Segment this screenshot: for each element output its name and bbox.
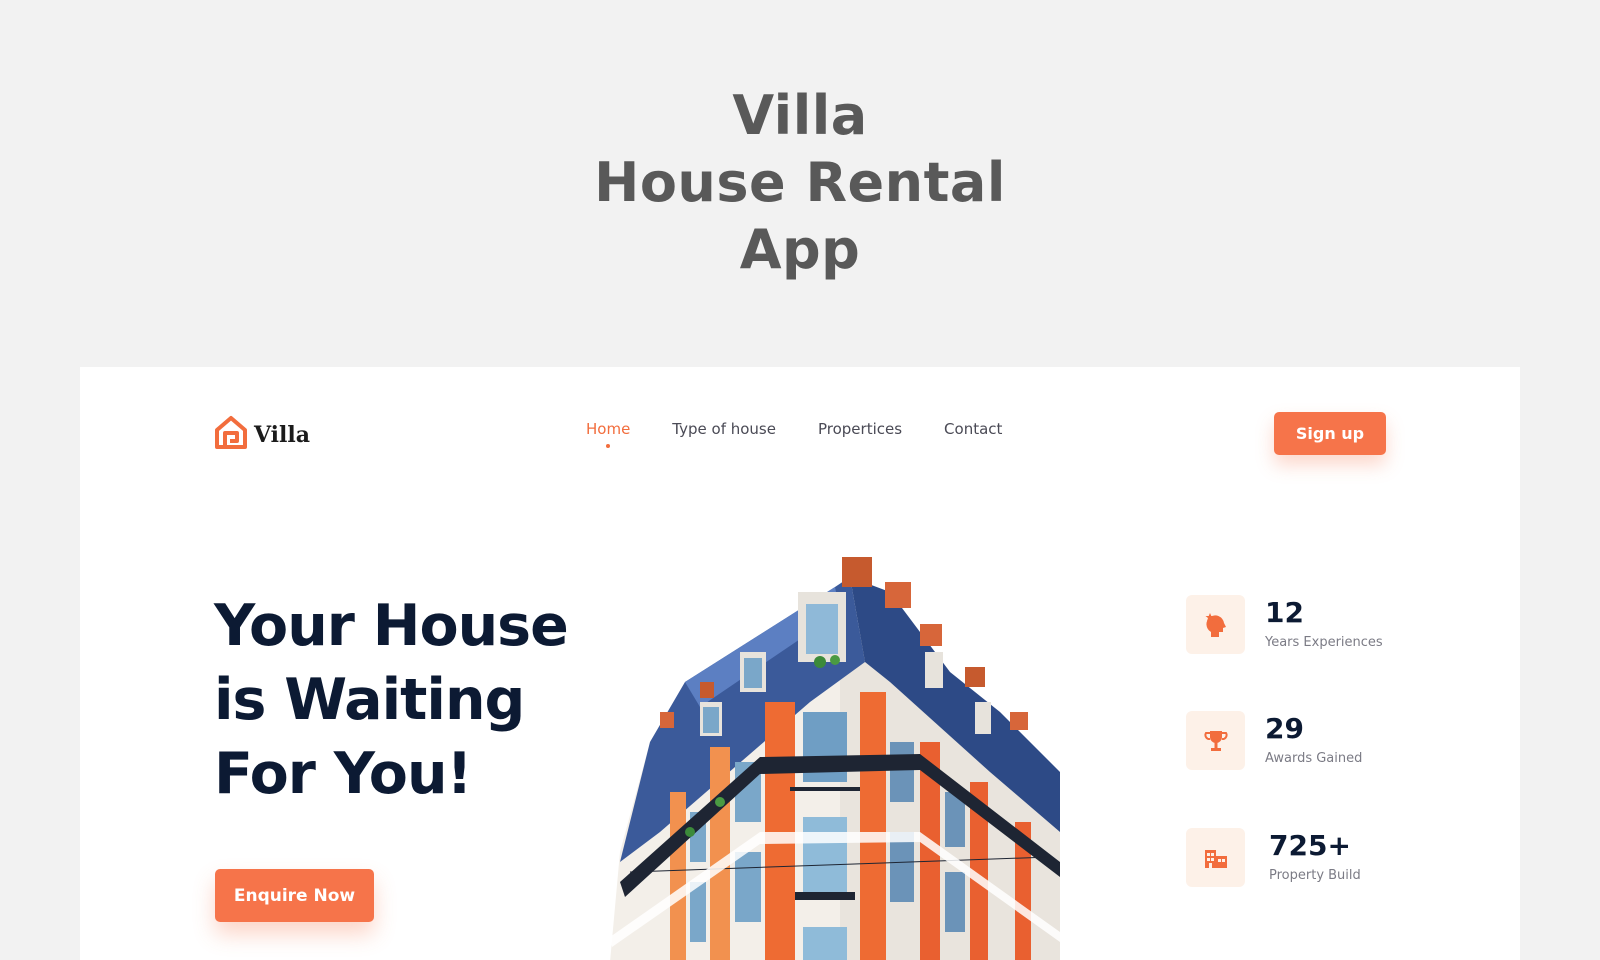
showcase-title-line2: House Rental [594, 151, 1006, 214]
nav-item-contact[interactable]: Contact [944, 420, 1002, 438]
buildings-icon [1204, 849, 1227, 868]
trophy-icon [1203, 730, 1228, 751]
stat-property-build: 725+ Property Build [1186, 828, 1361, 887]
showcase-title: Villa House Rental App [0, 82, 1600, 283]
main-nav: Home Type of house Propertices Contact [586, 420, 1044, 438]
stat-years-experience: 12 Years Experiences [1186, 595, 1383, 654]
stat-value: 12 [1265, 596, 1304, 629]
building-image [610, 557, 1060, 960]
stat-icon-box [1186, 828, 1245, 887]
stat-awards-gained: 29 Awards Gained [1186, 711, 1362, 770]
app-canvas: Villa Home Type of house Propertices Con… [80, 367, 1520, 960]
enquire-now-button[interactable]: Enquire Now [215, 869, 374, 922]
stat-label: Property Build [1269, 868, 1361, 883]
hero-title-line1: Your House [214, 593, 569, 659]
stat-value: 29 [1265, 712, 1304, 745]
house-logo-icon [215, 416, 247, 449]
hero-title-line2: is Waiting [214, 667, 525, 733]
nav-item-properties[interactable]: Propertices [818, 420, 902, 438]
hero-title: Your House is Waiting For You! [214, 589, 634, 811]
showcase-title-line3: App [739, 218, 861, 281]
nav-item-type-of-house[interactable]: Type of house [672, 420, 776, 438]
stat-icon-box [1186, 595, 1245, 654]
signup-button[interactable]: Sign up [1274, 412, 1386, 455]
nav-item-home[interactable]: Home [586, 420, 630, 438]
stat-value: 725+ [1269, 829, 1351, 862]
stat-label: Years Experiences [1265, 635, 1383, 650]
hero-title-line3: For You! [214, 741, 473, 807]
showcase-title-line1: Villa [732, 84, 868, 147]
head-star-icon [1205, 612, 1226, 637]
stat-label: Awards Gained [1265, 751, 1363, 766]
logo[interactable]: Villa [214, 415, 310, 449]
stat-icon-box [1186, 711, 1245, 770]
logo-text: Villa [254, 422, 311, 448]
